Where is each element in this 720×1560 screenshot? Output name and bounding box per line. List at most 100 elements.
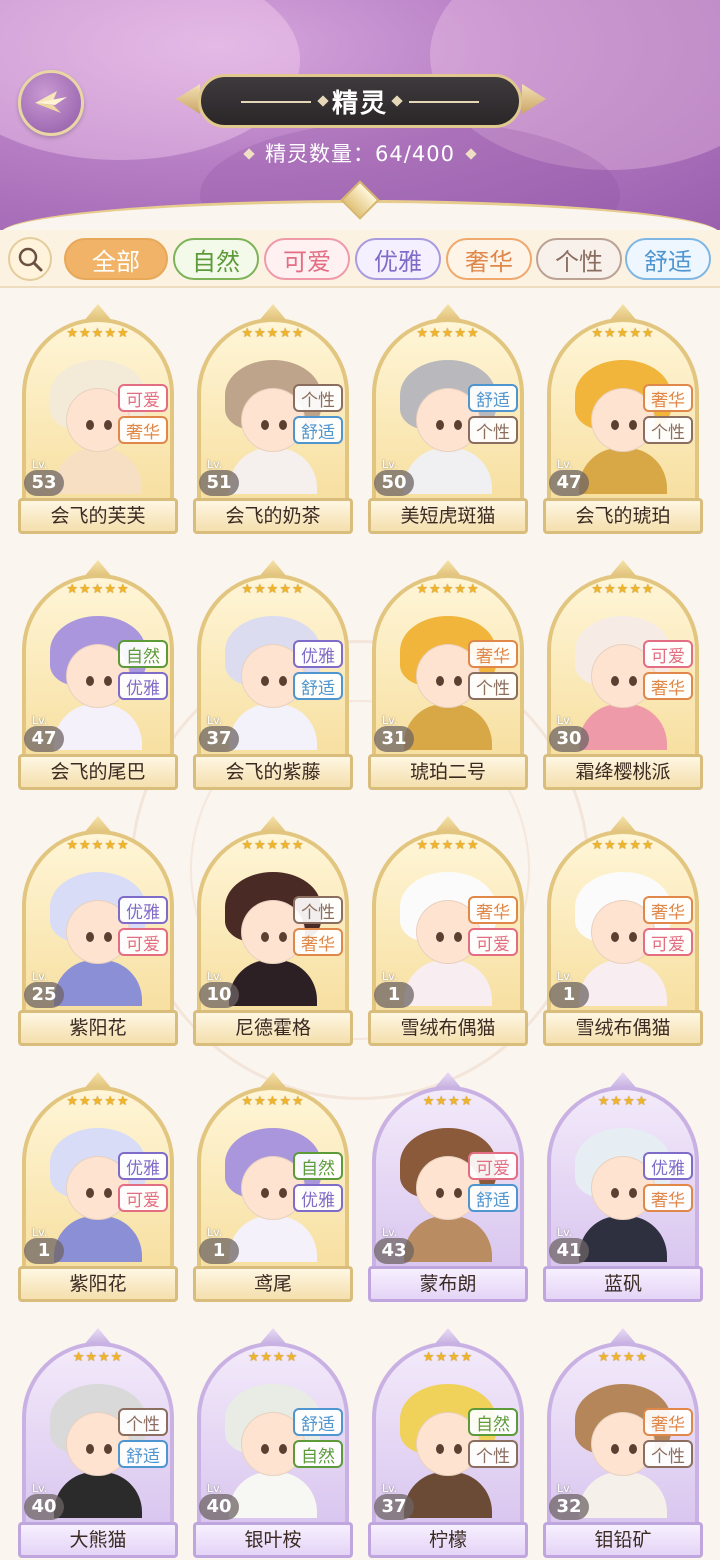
star-rating: ★★★★★ [416, 582, 480, 597]
portrait-eye [261, 1188, 269, 1198]
sprite-card[interactable]: ★★★★★ 优雅 可爱 Lv. 25 紫阳花 [18, 816, 178, 1046]
trait-tag: 优雅 [118, 672, 168, 700]
sprite-card[interactable]: ★★★★★ 奢华 个性 Lv. 47 会飞的琥珀 [543, 304, 703, 534]
portrait-eye [104, 676, 112, 686]
portrait-eye [454, 932, 462, 942]
sprite-card[interactable]: ★★★★★ 可爱 奢华 Lv. 53 会飞的芙芙 [18, 304, 178, 534]
level-value: 50 [374, 470, 414, 496]
card-tags: 可爱 舒适 [468, 1152, 518, 1212]
sprite-card[interactable]: ★★★★ 可爱 舒适 Lv. 43 蒙布朗 [368, 1072, 528, 1302]
sprite-card[interactable]: ★★★★★ 优雅 可爱 Lv. 1 紫阳花 [18, 1072, 178, 1302]
sprite-name: 柠檬 [368, 1522, 528, 1558]
sprite-name: 紫阳花 [18, 1010, 178, 1046]
level-badge: Lv. 53 [24, 458, 68, 498]
sprite-name: 雪绒布偶猫 [368, 1010, 528, 1046]
trait-tag: 可爱 [468, 928, 518, 956]
level-badge: Lv. 10 [199, 970, 243, 1010]
sprite-name: 钼铅矿 [543, 1522, 703, 1558]
level-value: 40 [24, 1494, 64, 1520]
trait-tag: 优雅 [293, 640, 343, 668]
level-badge: Lv. 51 [199, 458, 243, 498]
portrait-eye [279, 1188, 287, 1198]
level-badge: Lv. 47 [549, 458, 593, 498]
sprite-card[interactable]: ★★★★ 奢华 个性 Lv. 32 钼铅矿 [543, 1328, 703, 1558]
sprite-card[interactable]: ★★★★★ 舒适 个性 Lv. 50 美短虎斑猫 [368, 304, 528, 534]
trait-tag: 舒适 [293, 672, 343, 700]
sprite-name: 会飞的芙芙 [18, 498, 178, 534]
portrait-eye [454, 420, 462, 430]
portrait-eye [261, 420, 269, 430]
level-badge: Lv. 25 [24, 970, 68, 1010]
trait-tag: 个性 [468, 416, 518, 444]
level-badge: Lv. 40 [199, 1482, 243, 1522]
card-tags: 个性 舒适 [118, 1408, 168, 1468]
level-badge: Lv. 30 [549, 714, 593, 754]
trait-tag: 自然 [293, 1440, 343, 1468]
trait-tag: 优雅 [118, 896, 168, 924]
star-rating: ★★★★ [597, 1094, 649, 1109]
portrait-eye [629, 932, 637, 942]
sprite-card[interactable]: ★★★★★ 优雅 舒适 Lv. 37 会飞的紫藤 [193, 560, 353, 790]
portrait-eye [436, 420, 444, 430]
portrait-eye [86, 932, 94, 942]
portrait-eye [436, 1188, 444, 1198]
level-badge: Lv. 41 [549, 1226, 593, 1266]
sprite-name: 美短虎斑猫 [368, 498, 528, 534]
sprite-card[interactable]: ★★★★ 舒适 自然 Lv. 40 银叶桉 [193, 1328, 353, 1558]
sprite-card[interactable]: ★★★★★ 奢华 可爱 Lv. 1 雪绒布偶猫 [543, 816, 703, 1046]
sprite-card[interactable]: ★★★★★ 个性 奢华 Lv. 10 尼德霍格 [193, 816, 353, 1046]
sprite-card[interactable]: ★★★★ 优雅 奢华 Lv. 41 蓝矾 [543, 1072, 703, 1302]
sprite-card[interactable]: ★★★★★ 自然 优雅 Lv. 47 会飞的尾巴 [18, 560, 178, 790]
card-tags: 优雅 可爱 [118, 896, 168, 956]
sprite-card[interactable]: ★★★★★ 奢华 个性 Lv. 31 琥珀二号 [368, 560, 528, 790]
sprite-card[interactable]: ★★★★★ 自然 优雅 Lv. 1 鸢尾 [193, 1072, 353, 1302]
card-tags: 优雅 舒适 [293, 640, 343, 700]
portrait-eye [86, 420, 94, 430]
level-badge: Lv. 37 [374, 1482, 418, 1522]
trait-tag: 奢华 [643, 896, 693, 924]
trait-tag: 自然 [293, 1152, 343, 1180]
portrait-eye [629, 676, 637, 686]
level-value: 10 [199, 982, 239, 1008]
star-rating: ★★★★★ [66, 1094, 130, 1109]
sprite-name: 雪绒布偶猫 [543, 1010, 703, 1046]
star-rating: ★★★★★ [591, 838, 655, 853]
level-value: 1 [549, 982, 589, 1008]
trait-tag: 可爱 [643, 928, 693, 956]
level-value: 1 [374, 982, 414, 1008]
card-tags: 舒适 自然 [293, 1408, 343, 1468]
card-tags: 可爱 奢华 [118, 384, 168, 444]
sprite-name: 蒙布朗 [368, 1266, 528, 1302]
level-value: 1 [199, 1238, 239, 1264]
star-rating: ★★★★★ [591, 582, 655, 597]
portrait-eye [436, 932, 444, 942]
sprite-name: 银叶桉 [193, 1522, 353, 1558]
portrait-eye [261, 932, 269, 942]
trait-tag: 个性 [468, 1440, 518, 1468]
sprite-name: 琥珀二号 [368, 754, 528, 790]
sprite-card[interactable]: ★★★★ 个性 舒适 Lv. 40 大熊猫 [18, 1328, 178, 1558]
portrait-eye [86, 1444, 94, 1454]
level-value: 41 [549, 1238, 589, 1264]
sprite-card[interactable]: ★★★★★ 个性 舒适 Lv. 51 会飞的奶茶 [193, 304, 353, 534]
level-value: 47 [549, 470, 589, 496]
card-tags: 个性 舒适 [293, 384, 343, 444]
portrait-eye [104, 1444, 112, 1454]
level-value: 30 [549, 726, 589, 752]
sprite-card[interactable]: ★★★★★ 可爱 奢华 Lv. 30 霜绛樱桃派 [543, 560, 703, 790]
sprite-name: 大熊猫 [18, 1522, 178, 1558]
level-value: 1 [24, 1238, 64, 1264]
sprite-name: 紫阳花 [18, 1266, 178, 1302]
sprite-card[interactable]: ★★★★★ 奢华 可爱 Lv. 1 雪绒布偶猫 [368, 816, 528, 1046]
level-value: 25 [24, 982, 64, 1008]
level-badge: Lv. 1 [24, 1226, 68, 1266]
level-badge: Lv. 31 [374, 714, 418, 754]
trait-tag: 奢华 [118, 416, 168, 444]
sprite-name: 鸢尾 [193, 1266, 353, 1302]
card-tags: 奢华 个性 [643, 384, 693, 444]
portrait-eye [436, 1444, 444, 1454]
card-tags: 自然 优雅 [118, 640, 168, 700]
card-tags: 奢华 可爱 [643, 896, 693, 956]
sprite-card[interactable]: ★★★★ 自然 个性 Lv. 37 柠檬 [368, 1328, 528, 1558]
star-rating: ★★★★★ [66, 838, 130, 853]
